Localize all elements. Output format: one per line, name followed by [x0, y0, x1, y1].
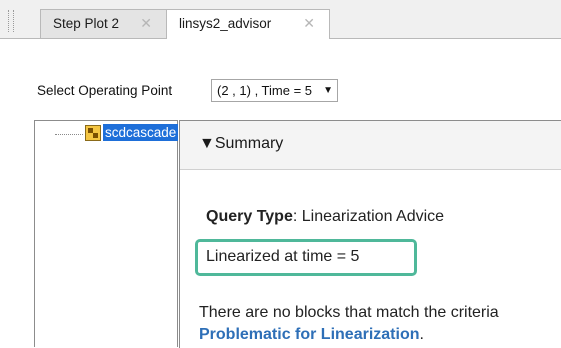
no-blocks-message: There are no blocks that match the crite… — [199, 304, 499, 321]
summary-title: ▼Summary — [199, 135, 284, 152]
query-type-label: Query Type — [206, 208, 293, 225]
message-end: . — [419, 326, 424, 343]
operating-point-value: (2 , 1) , Time = 5 — [217, 83, 313, 98]
document-tab-bar: Step Plot 2 ✕ linsys2_advisor ✕ — [0, 0, 561, 39]
criteria-line: Problematic for Linearization. — [199, 326, 424, 344]
close-icon[interactable]: ✕ — [140, 10, 152, 37]
simulink-model-icon — [85, 125, 101, 141]
query-type-line: Query Type: Linearization Advice — [206, 208, 444, 226]
linearized-time-text: Linearized at time = 5 — [206, 248, 360, 265]
tree-connector — [55, 134, 83, 135]
query-type-value: : Linearization Advice — [292, 208, 445, 225]
problematic-link[interactable]: Problematic for Linearization — [199, 326, 419, 343]
tree-item-scdcascade[interactable]: scdcascade — [103, 124, 179, 141]
tab-label: linsys2_advisor — [179, 16, 272, 31]
close-icon[interactable]: ✕ — [303, 10, 315, 37]
tab-step-plot-2[interactable]: Step Plot 2 ✕ — [40, 9, 167, 38]
dropdown-arrow-icon: ▼ — [323, 85, 333, 96]
tab-linsys2-advisor[interactable]: linsys2_advisor ✕ — [166, 9, 330, 39]
summary-section-header[interactable]: ▼Summary — [180, 121, 561, 170]
operating-point-select[interactable]: (2 , 1) , Time = 5 ▼ — [211, 79, 338, 102]
advisor-report-panel: ▼Summary Query Type: Linearization Advic… — [179, 120, 561, 348]
operating-point-label: Select Operating Point — [37, 83, 173, 98]
model-tree: scdcascade — [34, 120, 179, 347]
drag-grip-icon[interactable] — [8, 10, 14, 32]
tab-label: Step Plot 2 — [53, 16, 120, 31]
